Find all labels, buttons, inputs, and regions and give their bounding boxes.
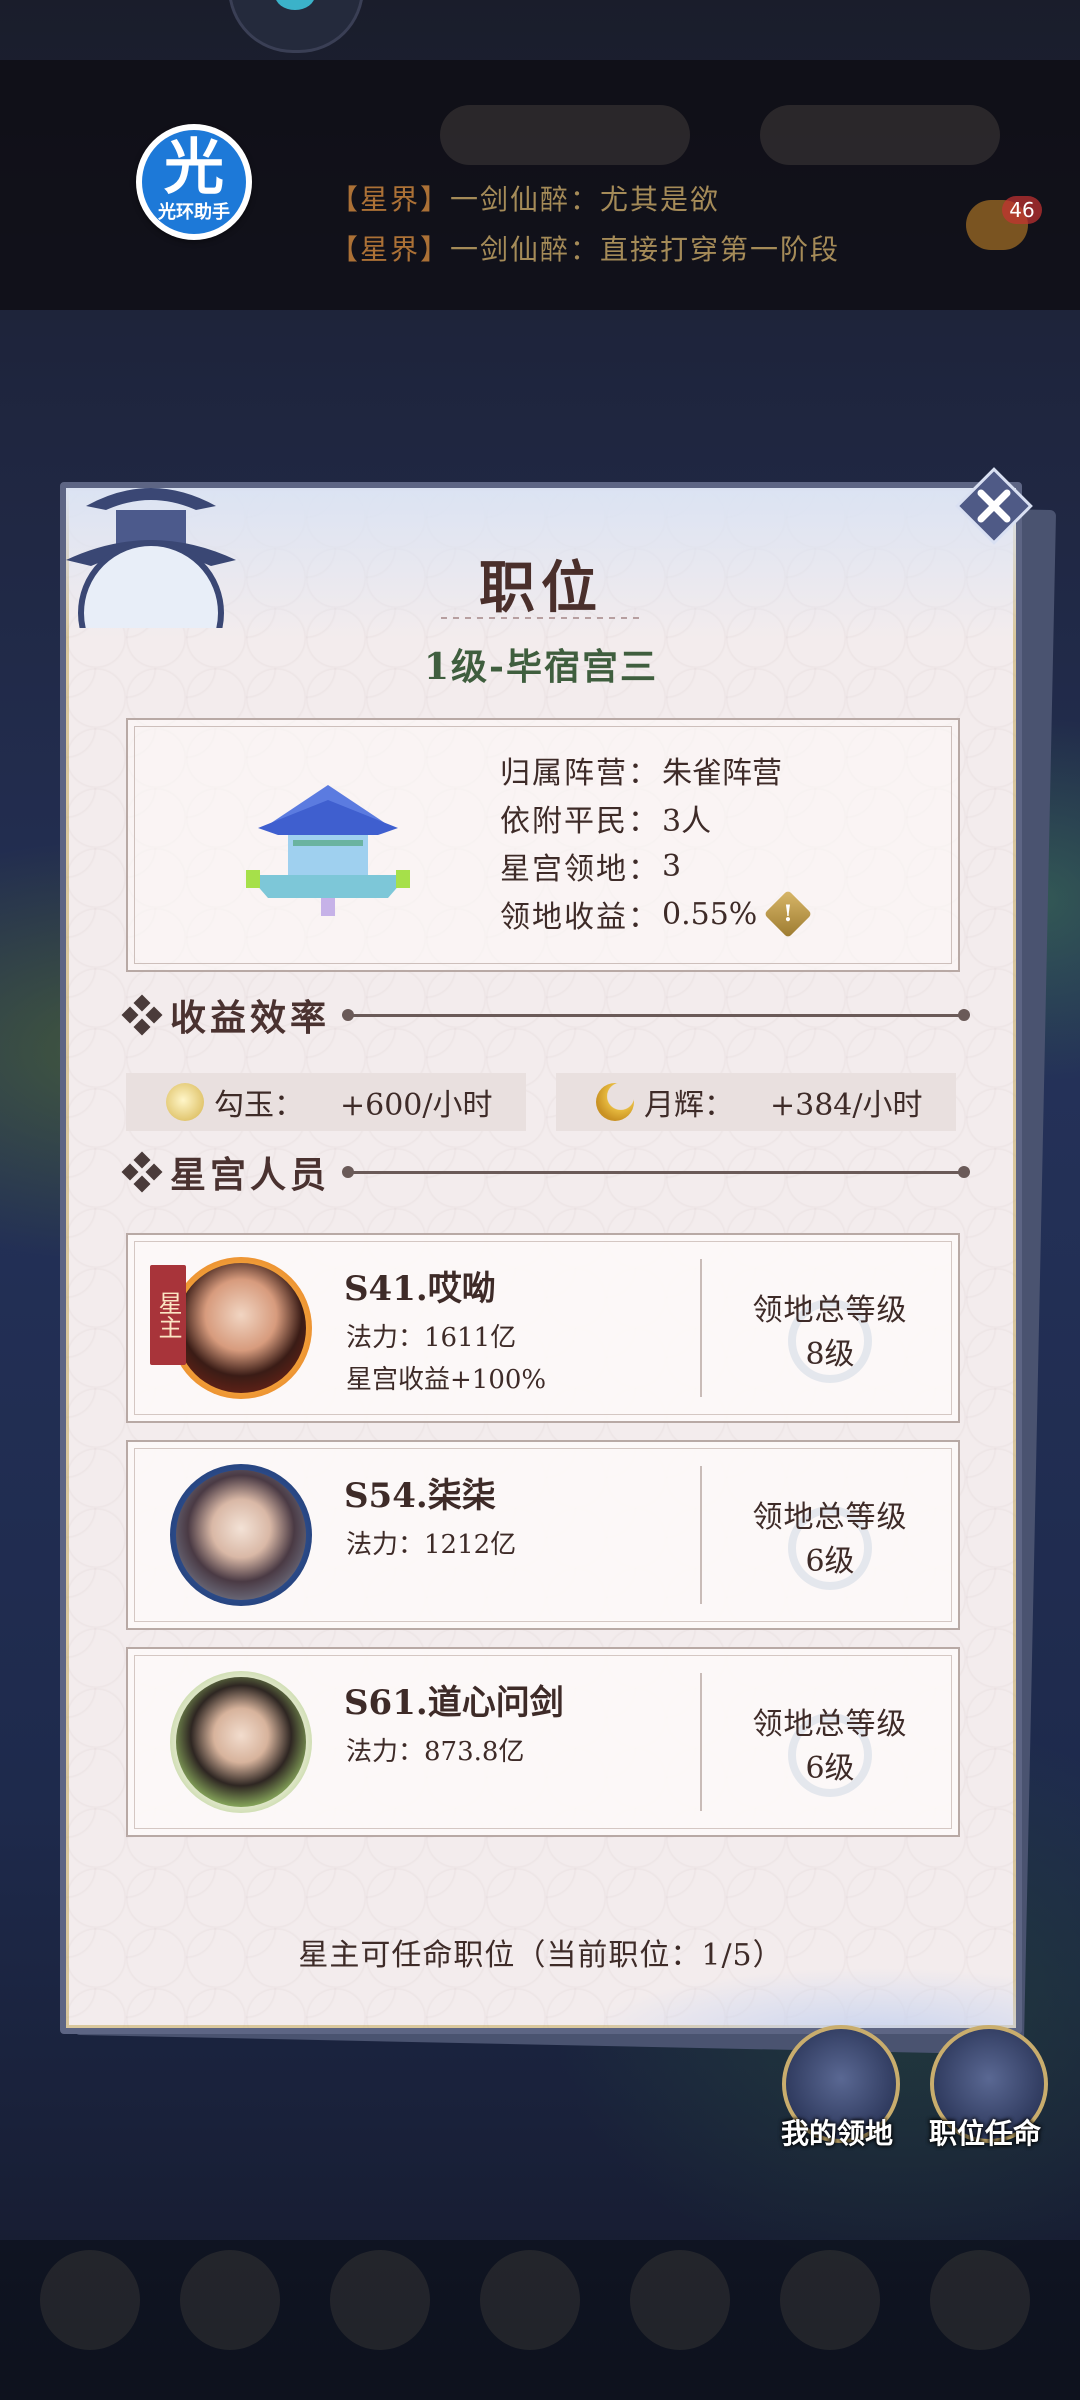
yield-label: 勾玉： bbox=[214, 1088, 304, 1123]
yield-value: +384/小时 bbox=[770, 1088, 923, 1123]
info-value: 3 bbox=[662, 848, 682, 884]
yield-section-header: 收益效率 bbox=[121, 993, 970, 1039]
news-line[interactable]: 【星界】一剑仙醉：尤其是欲 bbox=[330, 178, 720, 218]
palace-icon bbox=[246, 785, 410, 916]
member-power: 法力：873.8亿 bbox=[346, 1737, 525, 1767]
section-divider bbox=[342, 1008, 970, 1021]
diamond-bullet-icon bbox=[121, 1151, 163, 1193]
position-level: 1级-毕宿宫三 bbox=[424, 646, 658, 688]
my-territory-label: 我的领地 bbox=[780, 2117, 893, 2150]
yield-moonlight: 月辉： +384/小时 bbox=[556, 1073, 956, 1131]
level-value: 6级 bbox=[805, 1544, 855, 1579]
diamond-bullet-icon bbox=[121, 994, 163, 1036]
level-label: 领地总等级 bbox=[752, 1293, 908, 1328]
member-power: 法力：1212亿 bbox=[346, 1530, 517, 1560]
assistant-glyph: 光 bbox=[164, 133, 224, 203]
nav-icon[interactable] bbox=[780, 2250, 880, 2350]
exclamation-icon[interactable]: ! bbox=[764, 889, 813, 939]
info-camp: 归属阵营： 朱雀阵营 bbox=[500, 746, 805, 794]
nav-icon[interactable] bbox=[630, 2250, 730, 2350]
info-territory-yield: 领地收益： 0.55% ! bbox=[500, 889, 813, 939]
assistant-app-icon[interactable]: 光 光环助手 bbox=[136, 124, 252, 240]
nav-icon[interactable] bbox=[930, 2250, 1030, 2350]
info-key: 星宫领地： bbox=[500, 852, 660, 887]
member-card[interactable]: S61.道心问剑 法力：873.8亿 领地总等级 6级 bbox=[126, 1647, 960, 1837]
level-value: 6级 bbox=[805, 1751, 855, 1786]
avatar[interactable] bbox=[176, 1263, 306, 1393]
level-value: 8级 bbox=[805, 1337, 855, 1372]
section-title: 收益效率 bbox=[170, 997, 331, 1039]
nav-icon[interactable] bbox=[330, 2250, 430, 2350]
members-section-header: 星宫人员 bbox=[121, 1150, 970, 1196]
dialog-title: 职位 bbox=[479, 555, 603, 621]
member-name: S41.哎呦 bbox=[344, 1269, 496, 1309]
close-icon[interactable] bbox=[954, 466, 1034, 546]
yield-value: +600/小时 bbox=[340, 1088, 493, 1123]
moon-icon bbox=[596, 1083, 634, 1121]
title-ornament bbox=[441, 617, 641, 619]
yield-jade: 勾玉： +600/小时 bbox=[126, 1073, 526, 1131]
assistant-label: 光环助手 bbox=[158, 202, 230, 223]
avatar[interactable] bbox=[176, 1470, 306, 1600]
appoint-note: 星主可任命职位（当前职位：1/5） bbox=[298, 1938, 784, 1973]
member-bonus: 星宫收益+100% bbox=[346, 1365, 547, 1395]
info-territory: 星宫领地： 3 bbox=[500, 842, 805, 890]
news-text: 一剑仙醉：直接打穿第一阶段 bbox=[450, 233, 841, 266]
member-card[interactable]: S54.柒柒 法力：1212亿 领地总等级 6级 bbox=[126, 1440, 960, 1630]
member-power: 法力：1611亿 bbox=[346, 1323, 517, 1353]
section-title: 星宫人员 bbox=[170, 1154, 331, 1196]
info-key: 归属阵营： bbox=[500, 756, 660, 791]
section-divider bbox=[342, 1165, 970, 1178]
member-name: S61.道心问剑 bbox=[344, 1683, 564, 1723]
info-civilians: 依附平民： 3人 bbox=[500, 794, 805, 842]
member-card[interactable]: 星主 S41.哎呦 法力：1611亿 星宫收益+100% 领地总等级 8级 bbox=[126, 1233, 960, 1423]
info-key: 领地收益： bbox=[500, 900, 660, 935]
position-dialog: 职位 1级-毕宿宫三 归属阵营： 朱雀阵营 依附平民： 3人 星宫领地： 3 领… bbox=[60, 482, 1022, 2034]
info-value: 朱雀阵营 bbox=[662, 756, 782, 791]
avatar[interactable] bbox=[176, 1677, 306, 1807]
appoint-position-label: 职位任命 bbox=[928, 2117, 1041, 2150]
yield-label: 月辉： bbox=[644, 1088, 734, 1123]
back-icon[interactable] bbox=[40, 2250, 140, 2350]
info-value: 3人 bbox=[662, 804, 712, 839]
news-text: 一剑仙醉：尤其是欲 bbox=[450, 183, 721, 216]
chat-badge: 46 bbox=[1002, 196, 1042, 224]
owner-tag: 星主 bbox=[150, 1265, 186, 1365]
member-name: S54.柒柒 bbox=[344, 1476, 496, 1516]
nav-icon[interactable] bbox=[480, 2250, 580, 2350]
news-tag: 【星界】 bbox=[330, 233, 451, 266]
palace-info-panel: 归属阵营： 朱雀阵营 依附平民： 3人 星宫领地： 3 领地收益： 0.55% ! bbox=[126, 718, 960, 972]
news-tag: 【星界】 bbox=[330, 183, 451, 216]
nav-icon[interactable] bbox=[180, 2250, 280, 2350]
resource-pill bbox=[440, 105, 690, 165]
news-line[interactable]: 【星界】一剑仙醉：直接打穿第一阶段 bbox=[330, 228, 840, 268]
jade-icon bbox=[166, 1083, 204, 1121]
info-value: 0.55% bbox=[662, 896, 758, 932]
level-label: 领地总等级 bbox=[752, 1707, 908, 1742]
info-key: 依附平民： bbox=[500, 804, 660, 839]
level-label: 领地总等级 bbox=[752, 1500, 908, 1535]
resource-pill bbox=[760, 105, 1000, 165]
